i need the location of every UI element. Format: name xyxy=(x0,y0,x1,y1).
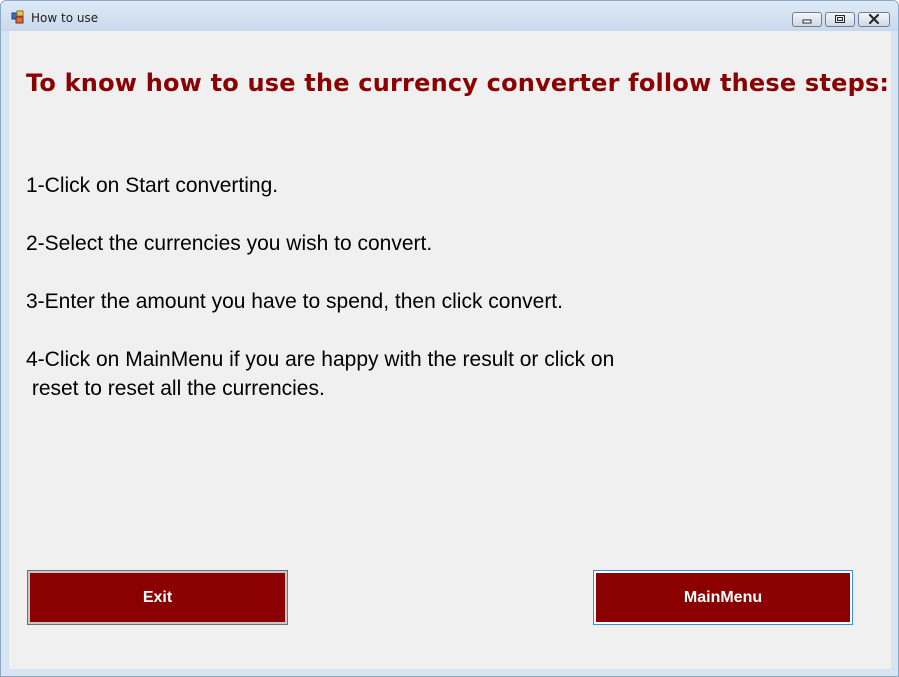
step-1-text: 1-Click on Start converting. xyxy=(26,174,279,197)
app-window: How to use To know how to use the curren… xyxy=(0,0,899,677)
mainmenu-button[interactable]: MainMenu xyxy=(593,570,853,625)
step-3-text: 3-Enter the amount you have to spend, th… xyxy=(26,290,563,313)
minimize-icon xyxy=(802,19,812,24)
app-window-icon xyxy=(11,10,24,24)
page-heading: To know how to use the currency converte… xyxy=(26,69,890,97)
maximize-icon xyxy=(835,15,845,23)
exit-button[interactable]: Exit xyxy=(27,570,288,625)
close-button[interactable] xyxy=(858,12,890,27)
title-bar[interactable]: How to use xyxy=(1,1,898,31)
maximize-button[interactable] xyxy=(825,12,855,27)
minimize-button[interactable] xyxy=(792,12,822,27)
close-icon xyxy=(868,13,880,25)
step-2-text: 2-Select the currencies you wish to conv… xyxy=(26,232,433,255)
window-title: How to use xyxy=(31,11,99,25)
window-client-area: To know how to use the currency converte… xyxy=(9,31,891,669)
step-4-text: 4-Click on MainMenu if you are happy wit… xyxy=(26,348,615,400)
